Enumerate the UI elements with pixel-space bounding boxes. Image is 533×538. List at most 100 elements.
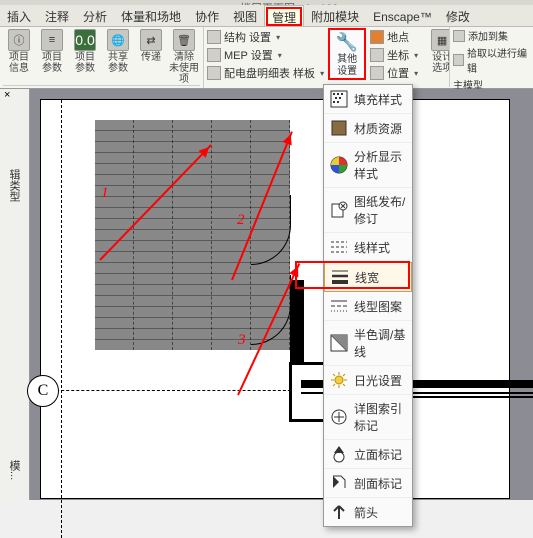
halftone-icon (330, 334, 348, 352)
lineweight-icon (331, 268, 349, 286)
dd-callout-tags[interactable]: 详图索引标记 (324, 395, 412, 440)
sp-pick-edit[interactable]: 拾取以进行编辑 (450, 44, 533, 76)
btn-transfer[interactable]: ⇄ 传递 (135, 29, 167, 85)
dd-line-weights[interactable]: 线宽 (324, 262, 412, 292)
tab-insert[interactable]: 插入 (0, 5, 38, 26)
btn-project-params-l2: 参数 (42, 63, 62, 74)
tab-view[interactable]: 视图 (226, 5, 264, 26)
tab-modify[interactable]: 修改 (439, 5, 477, 26)
btn-project-params-l1: 项目 (42, 52, 62, 63)
tab-collaborate[interactable]: 协作 (188, 5, 226, 26)
sun-icon (330, 371, 348, 389)
dd-material-assets[interactable]: 材质资源 (324, 114, 412, 143)
workspace: × 辑类型 模... C 1 2 3 (0, 89, 533, 500)
elevation-icon (330, 445, 348, 463)
sp-add-to-set[interactable]: 添加到集 (450, 27, 533, 44)
shared-icon: 0.0 (74, 29, 96, 51)
btn-other-l1: 其他 (337, 54, 357, 65)
left-panel[interactable]: × 辑类型 模... (0, 89, 30, 500)
coord-icon (370, 48, 384, 62)
dd-line-patterns[interactable]: 线型图案 (324, 292, 412, 321)
dd-halftone-label: 半色调/基线 (354, 326, 406, 360)
btn-project-info[interactable]: ⓘ 项目 信息 (3, 29, 35, 85)
dd-detail-label: 详图索引标记 (354, 400, 406, 434)
chevron-down-icon: ▾ (320, 69, 324, 78)
btn-mep-settings[interactable]: MEP 设置 ▾ (207, 47, 324, 63)
btn-panel-label: 配电盘明细表 样板 (224, 65, 315, 81)
arrowhead-icon (330, 503, 348, 521)
dd-arrowheads[interactable]: 箭头 (324, 498, 412, 526)
publish-icon (330, 201, 348, 219)
transfer-icon: ⇄ (140, 29, 162, 51)
btn-location[interactable]: 地点 (370, 29, 418, 45)
other-settings-dropdown: 填充样式 材质资源 分析显示样式 图纸发布/修订 线样式 线宽 线型图案 半色调… (323, 84, 413, 527)
btn-coord-label: 坐标 (387, 47, 409, 63)
ribbon: ⓘ 项目 信息 ≡ 项目 参数 0.0 项目 参数 🌐 共享 参数 ⇄ 传递 (0, 27, 533, 89)
purge-icon: 🗑 (173, 29, 195, 51)
btn-transfer-l1: 传递 (141, 52, 161, 63)
btn-project-info-l1: 项目 (9, 52, 29, 63)
info-icon: ⓘ (8, 29, 30, 51)
btn-position[interactable]: 位置 ▾ (370, 65, 418, 81)
linepattern-icon (330, 297, 348, 315)
add-icon (453, 30, 465, 42)
pick-icon (453, 54, 464, 66)
left-panel-type-edit[interactable]: 辑类型 (6, 169, 22, 202)
btn-shared-params[interactable]: 🌐 共享 参数 (102, 29, 134, 85)
sp-add-label: 添加到集 (468, 28, 508, 43)
annotation-marker-3: 3 (238, 332, 246, 349)
tab-manage[interactable]: 管理 (264, 5, 304, 26)
btn-other-settings[interactable]: 🔧 其他 设置 (329, 29, 365, 79)
annotation-marker-2: 2 (237, 212, 245, 229)
dd-fill-patterns[interactable]: 填充样式 (324, 85, 412, 114)
btn-mep-label: MEP 设置 (224, 47, 273, 63)
dd-sun-label: 日光设置 (354, 372, 402, 389)
chevron-down-icon: ▾ (278, 51, 282, 60)
btn-project-params[interactable]: ≡ 项目 参数 (36, 29, 68, 85)
dd-sheet-publish[interactable]: 图纸发布/修订 (324, 188, 412, 233)
material-icon (330, 119, 348, 137)
ribbon-col-1: 结构 设置 ▾ MEP 设置 ▾ 配电盘明细表 样板 ▾ (204, 27, 327, 88)
btn-project-params2[interactable]: 0.0 项目 参数 (69, 29, 101, 85)
annotation-marker-1: 1 (101, 185, 109, 202)
ribbon-col-2: 地点 坐标 ▾ 位置 ▾ (367, 27, 421, 88)
tab-manage-label: 管理 (272, 11, 296, 25)
side-panel-design: 添加到集 拾取以进行编辑 主模型 设计选项 (449, 27, 533, 87)
dd-lineweight-label: 线宽 (355, 269, 379, 286)
dd-analysis-label: 分析显示样式 (354, 148, 406, 182)
left-panel-model[interactable]: 模... (6, 460, 22, 480)
tab-massing[interactable]: 体量和场地 (114, 5, 188, 26)
btn-struct-label: 结构 设置 (224, 29, 271, 45)
dd-material-label: 材质资源 (354, 120, 402, 137)
position-icon (370, 66, 384, 80)
btn-struct-settings[interactable]: 结构 设置 ▾ (207, 29, 324, 45)
drawing-area[interactable]: C 1 2 3 (40, 99, 510, 499)
grid-line-vertical (61, 100, 62, 538)
chevron-down-icon: ▾ (414, 69, 418, 78)
btn-purge[interactable]: 🗑 清除 未使用项 (168, 29, 200, 85)
section-icon (330, 474, 348, 492)
dd-line-styles[interactable]: 线样式 (324, 233, 412, 262)
tab-addins[interactable]: 附加模块 (304, 5, 366, 26)
btn-panel-schedule[interactable]: 配电盘明细表 样板 ▾ (207, 65, 324, 81)
tab-analyze[interactable]: 分析 (76, 5, 114, 26)
chevron-down-icon: ▾ (414, 51, 418, 60)
canvas[interactable]: C 1 2 3 (30, 89, 533, 500)
dd-analysis-display[interactable]: 分析显示样式 (324, 143, 412, 188)
tab-annotate[interactable]: 注释 (38, 5, 76, 26)
tab-enscape[interactable]: Enscape™ (366, 5, 439, 26)
dd-elevation-tags[interactable]: 立面标记 (324, 440, 412, 469)
btn-project-info-l2: 信息 (9, 63, 29, 74)
dd-section-tags[interactable]: 剖面标记 (324, 469, 412, 498)
btn-coordinates[interactable]: 坐标 ▾ (370, 47, 418, 63)
btn-project-params2-l2: 参数 (75, 63, 95, 74)
dd-sun-settings[interactable]: 日光设置 (324, 366, 412, 395)
dd-fill-label: 填充样式 (354, 91, 402, 108)
sp-pick-label: 拾取以进行编辑 (467, 45, 530, 75)
dd-halftone[interactable]: 半色调/基线 (324, 321, 412, 366)
btn-shared-params-l2: 参数 (108, 63, 128, 74)
fill-icon (330, 90, 348, 108)
wrench-icon: 🔧 (336, 32, 358, 53)
btn-purge-l2: 未使用项 (168, 63, 200, 85)
btn-project-params2-l1: 项目 (75, 52, 95, 63)
